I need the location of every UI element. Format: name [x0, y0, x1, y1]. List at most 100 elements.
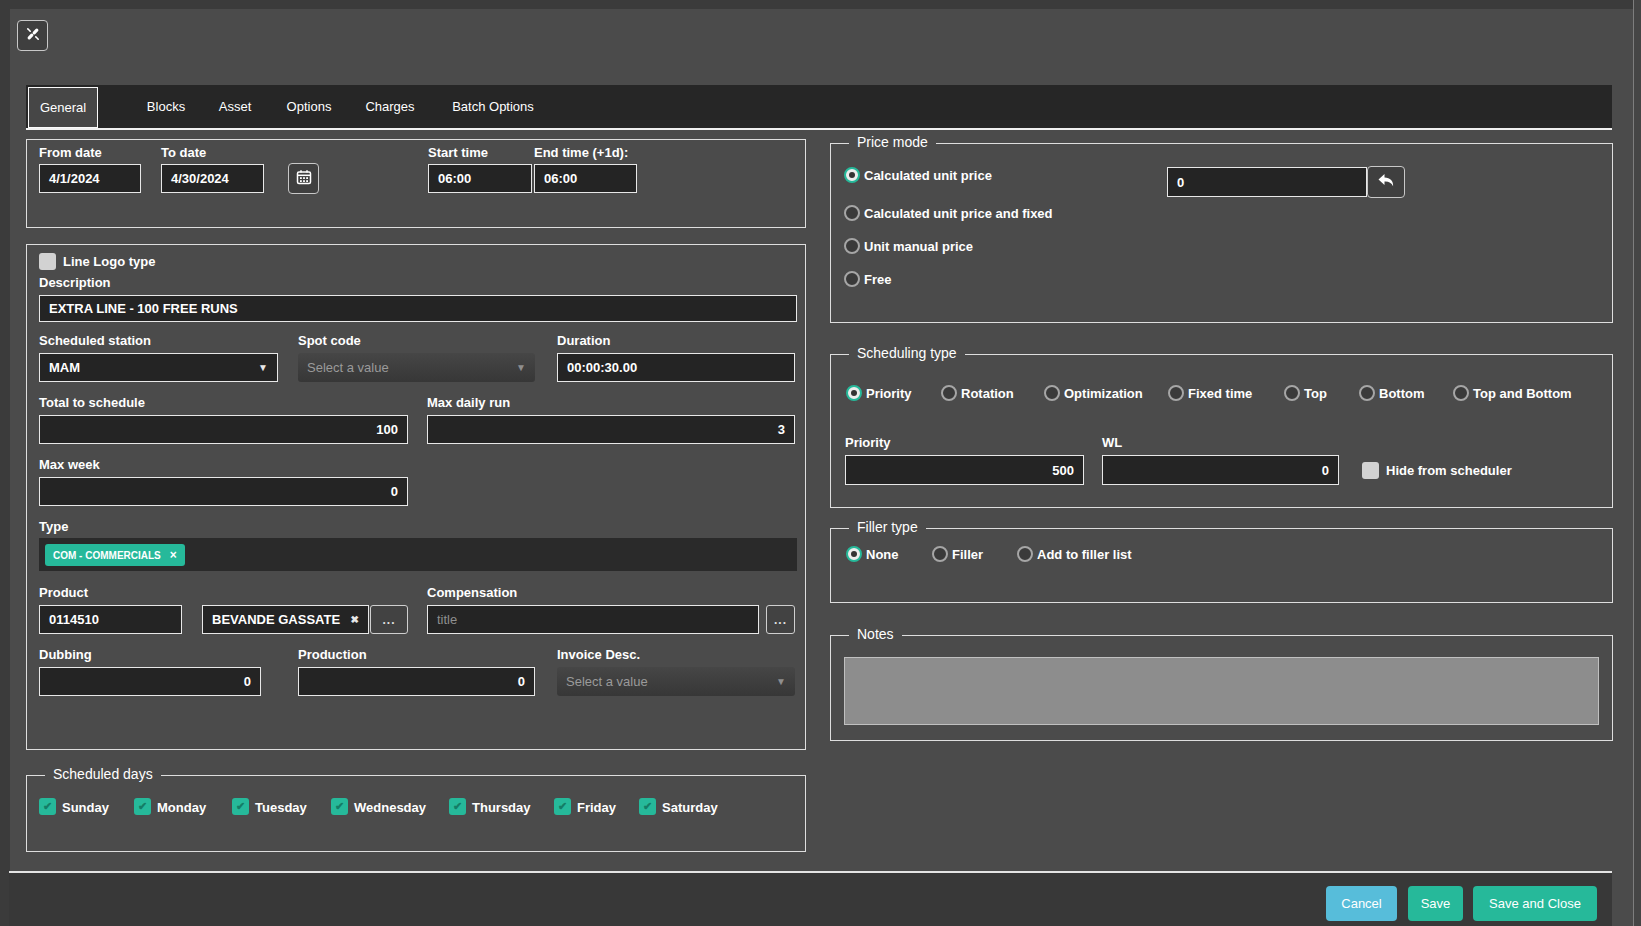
day-checkbox-friday[interactable]: ✔ — [554, 798, 571, 815]
tab-batch-options[interactable]: Batch Options — [438, 85, 548, 128]
product-code-input[interactable]: 0114510 — [39, 605, 182, 634]
unlink-button[interactable] — [17, 20, 48, 51]
radio-top-and-bottom[interactable] — [1453, 385, 1469, 401]
save-and-close-button[interactable]: Save and Close — [1473, 886, 1597, 921]
remove-product-icon[interactable]: ✖ — [351, 614, 359, 625]
radio-fixed-time[interactable] — [1168, 385, 1184, 401]
type-tag[interactable]: COM - COMMERCIALS× — [45, 544, 185, 566]
from-date-input[interactable]: 4/1/2024 — [39, 164, 141, 193]
total-to-schedule-input[interactable]: 100 — [39, 415, 408, 444]
end-time-input[interactable]: 06:00 — [534, 164, 637, 193]
max-week-label: Max week — [39, 457, 100, 472]
day-label-tuesday[interactable]: Tuesday — [255, 800, 307, 815]
priority-input[interactable]: 500 — [845, 455, 1084, 485]
compensation-input[interactable]: title — [427, 605, 759, 634]
day-label-sunday[interactable]: Sunday — [62, 800, 109, 815]
radio-top[interactable] — [1284, 385, 1300, 401]
radio-priority[interactable] — [846, 385, 862, 401]
radio-label-top-and-bottom[interactable]: Top and Bottom — [1473, 386, 1572, 401]
radio-none[interactable] — [846, 546, 862, 562]
priority-label: Priority — [845, 435, 891, 450]
day-label-saturday[interactable]: Saturday — [662, 800, 718, 815]
type-tag-container[interactable]: COM - COMMERCIALS× — [39, 538, 797, 571]
radio-label-top[interactable]: Top — [1304, 386, 1327, 401]
radio-label-fixed-time[interactable]: Fixed time — [1188, 386, 1252, 401]
spot-code-label: Spot code — [298, 333, 361, 348]
radio-label-unit-manual-price[interactable]: Unit manual price — [864, 239, 973, 254]
line-logo-checkbox[interactable] — [39, 253, 56, 270]
footer-bar: Cancel Save Save and Close — [9, 871, 1612, 926]
description-input[interactable]: EXTRA LINE - 100 FREE RUNS — [39, 295, 797, 322]
product-name-input[interactable]: BEVANDE GASSATE✖ — [202, 605, 369, 634]
scheduled-station-select[interactable]: MAM▼ — [39, 353, 278, 382]
tab-general[interactable]: General — [28, 87, 98, 128]
radio-label-add-to-filler-list[interactable]: Add to filler list — [1037, 547, 1132, 562]
max-daily-run-input[interactable]: 3 — [427, 415, 795, 444]
line-logo-label[interactable]: Line Logo type — [63, 254, 155, 269]
radio-label-priority[interactable]: Priority — [866, 386, 912, 401]
radio-label-free[interactable]: Free — [864, 272, 891, 287]
wl-input[interactable]: 0 — [1102, 455, 1339, 485]
day-checkbox-thursday[interactable]: ✔ — [449, 798, 466, 815]
radio-free[interactable] — [844, 271, 860, 287]
radio-calculated-unit-price-fixed[interactable] — [844, 205, 860, 221]
max-week-input[interactable]: 0 — [39, 477, 408, 506]
radio-optimization[interactable] — [1044, 385, 1060, 401]
tab-blocks[interactable]: Blocks — [130, 85, 202, 128]
hide-from-scheduler-checkbox[interactable] — [1362, 462, 1379, 479]
radio-label-filler[interactable]: Filler — [952, 547, 983, 562]
scheduling-type-legend: Scheduling type — [849, 345, 965, 361]
radio-calculated-unit-price[interactable] — [844, 167, 860, 183]
day-checkbox-tuesday[interactable]: ✔ — [232, 798, 249, 815]
calendar-button[interactable] — [288, 163, 319, 194]
day-checkbox-wednesday[interactable]: ✔ — [331, 798, 348, 815]
calendar-icon — [296, 169, 312, 189]
hide-from-scheduler-label[interactable]: Hide from scheduler — [1386, 463, 1512, 478]
product-browse-button[interactable]: ... — [370, 605, 408, 634]
remove-tag-icon[interactable]: × — [170, 548, 177, 562]
radio-label-calculated-unit-price-fixed[interactable]: Calculated unit price and fixed — [864, 206, 1053, 221]
production-input[interactable]: 0 — [298, 667, 535, 696]
day-label-monday[interactable]: Monday — [157, 800, 206, 815]
day-label-thursday[interactable]: Thursday — [472, 800, 531, 815]
day-checkbox-monday[interactable]: ✔ — [134, 798, 151, 815]
total-to-schedule-label: Total to schedule — [39, 395, 145, 410]
day-checkbox-saturday[interactable]: ✔ — [639, 798, 656, 815]
type-label: Type — [39, 519, 68, 534]
day-label-friday[interactable]: Friday — [577, 800, 616, 815]
filler-type-group: Filler type None Filler Add to filler li… — [830, 528, 1613, 603]
dubbing-input[interactable]: 0 — [39, 667, 261, 696]
scheduled-days-legend: Scheduled days — [45, 766, 161, 782]
to-date-input[interactable]: 4/30/2024 — [161, 164, 264, 193]
radio-label-rotation[interactable]: Rotation — [961, 386, 1014, 401]
radio-bottom[interactable] — [1359, 385, 1375, 401]
date-range-group: From date 4/1/2024 To date 4/30/2024 Sta… — [26, 139, 806, 228]
chevron-down-icon: ▼ — [258, 362, 268, 373]
undo-icon — [1377, 173, 1395, 192]
save-button[interactable]: Save — [1408, 886, 1463, 921]
compensation-browse-button[interactable]: ... — [766, 605, 795, 634]
radio-label-bottom[interactable]: Bottom — [1379, 386, 1425, 401]
price-undo-button[interactable] — [1367, 166, 1405, 198]
tab-options[interactable]: Options — [274, 85, 344, 128]
radio-add-to-filler-list[interactable] — [1017, 546, 1033, 562]
notes-textarea[interactable] — [844, 657, 1599, 725]
invoice-desc-select[interactable]: Select a value▼ — [557, 667, 795, 696]
duration-input[interactable]: 00:00:30.00 — [557, 353, 795, 382]
radio-label-none[interactable]: None — [866, 547, 899, 562]
price-value-input[interactable]: 0 — [1167, 167, 1367, 197]
day-label-wednesday[interactable]: Wednesday — [354, 800, 426, 815]
radio-unit-manual-price[interactable] — [844, 238, 860, 254]
radio-label-calculated-unit-price[interactable]: Calculated unit price — [864, 168, 992, 183]
production-label: Production — [298, 647, 367, 662]
tab-asset[interactable]: Asset — [204, 85, 266, 128]
tab-charges[interactable]: Charges — [354, 85, 426, 128]
cancel-button[interactable]: Cancel — [1326, 886, 1397, 921]
day-checkbox-sunday[interactable]: ✔ — [39, 798, 56, 815]
radio-rotation[interactable] — [941, 385, 957, 401]
start-time-input[interactable]: 06:00 — [428, 164, 532, 193]
radio-filler[interactable] — [932, 546, 948, 562]
notes-legend: Notes — [849, 626, 902, 642]
spot-code-select[interactable]: Select a value▼ — [298, 353, 535, 382]
radio-label-optimization[interactable]: Optimization — [1064, 386, 1143, 401]
